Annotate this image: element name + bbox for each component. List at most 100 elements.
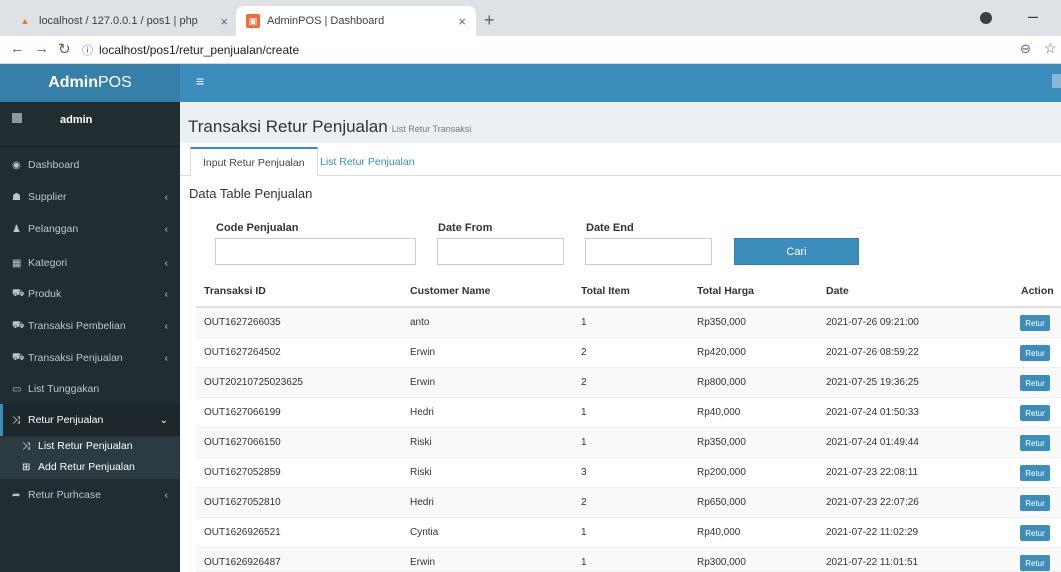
share-icon: ➦: [12, 489, 21, 501]
cart-icon: ⛟: [12, 319, 25, 331]
submenu-label: List Retur Penjualan: [38, 440, 133, 452]
table-row: OUT1627052859 Riski 3 Rp200,000 2021-07-…: [196, 458, 1061, 488]
user-image-icon: [12, 113, 22, 123]
cell-date: 2021-07-22 11:01:51: [826, 557, 919, 568]
retur-button[interactable]: Retur: [1020, 345, 1050, 361]
cell-id: OUT1627066199: [204, 407, 281, 418]
forward-icon[interactable]: →: [34, 40, 49, 57]
retur-button[interactable]: Retur: [1020, 315, 1050, 331]
random-icon: ⤨: [12, 414, 20, 426]
app-logo[interactable]: Admin POS: [0, 64, 180, 102]
cell-date: 2021-07-24 01:49:44: [826, 437, 919, 448]
close-icon[interactable]: ×: [220, 14, 228, 29]
tab-input-retur[interactable]: Input Retur Penjualan: [190, 147, 318, 177]
url-field[interactable]: ⓘ localhost/pos1/retur_penjualan/create: [82, 39, 1042, 61]
dashboard-icon: ◉: [12, 159, 21, 171]
sidebar-item-pelanggan[interactable]: ♟ Pelanggan ‹: [0, 213, 180, 245]
logo-rest: POS: [97, 74, 132, 91]
cell-items: 1: [581, 317, 587, 328]
cell-id: OUT1626926521: [204, 527, 281, 538]
cell-date: 2021-07-24 01:50:33: [826, 407, 919, 418]
sidebar-item-dashboard[interactable]: ◉ Dashboard: [0, 149, 180, 181]
table-row: OUT20210725023625 Erwin 2 Rp800,000 2021…: [196, 368, 1061, 398]
cell-harga: Rp650,000: [697, 497, 746, 508]
tab-title: AdminPOS | Dashboard: [267, 15, 385, 27]
sidebar-item-list-tunggakan[interactable]: ▭ List Tunggakan: [0, 373, 180, 405]
retur-button[interactable]: Retur: [1020, 495, 1050, 511]
retur-button[interactable]: Retur: [1020, 525, 1050, 541]
cell-customer: anto: [410, 317, 430, 328]
date-from-input[interactable]: [437, 238, 564, 265]
browser-tab-phpmyadmin[interactable]: ▲ localhost / 127.0.0.1 / pos1 | php ×: [8, 6, 238, 36]
column-header-total-item: Total Item: [581, 285, 630, 297]
cell-customer: Erwin: [410, 377, 436, 388]
user-icon: ♟: [12, 223, 21, 235]
sidebar-item-retur-purchase[interactable]: ➦ Retur Purhcase ‹: [0, 479, 180, 511]
date-end-input[interactable]: [585, 238, 712, 265]
page-subtitle: List Retur Transaksi: [391, 124, 472, 134]
url-text: localhost/pos1/retur_penjualan/create: [99, 43, 300, 57]
top-navbar: [180, 64, 1061, 102]
back-icon[interactable]: ←: [10, 40, 25, 57]
retur-button[interactable]: Retur: [1020, 555, 1050, 571]
sidebar-item-supplier[interactable]: ☗ Supplier ‹: [0, 181, 180, 213]
date-from-label: Date From: [438, 222, 493, 234]
column-header-date: Date: [826, 285, 849, 297]
tab-list-retur[interactable]: List Retur Penjualan: [308, 147, 427, 177]
retur-button[interactable]: Retur: [1020, 375, 1050, 391]
sidebar-item-label: Pelanggan: [28, 223, 79, 235]
retur-button[interactable]: Retur: [1020, 405, 1050, 421]
cell-id: OUT1627264502: [204, 347, 281, 358]
code-penjualan-input[interactable]: [215, 238, 416, 265]
table-row: OUT1626926487 Erwin 1 Rp300,000 2021-07-…: [196, 548, 1061, 572]
date-end-label: Date End: [586, 222, 634, 234]
cell-customer: Cyntia: [410, 527, 439, 538]
cell-items: 1: [581, 407, 587, 418]
cell-items: 1: [581, 437, 587, 448]
sidebar-item-retur-penjualan[interactable]: ⤨ Retur Penjualan ⌄: [0, 404, 180, 436]
sidebar-item-label: Retur Purhcase: [28, 489, 101, 501]
minimize-icon[interactable]: –: [1028, 6, 1038, 27]
submenu-item-add-retur[interactable]: ⊞ Add Retur Penjualan: [0, 458, 180, 476]
random-icon: ⤨: [22, 440, 30, 452]
bookmark-star-icon[interactable]: ☆: [1044, 40, 1057, 57]
table-row: OUT1627266035 anto 1 Rp350,000 2021-07-2…: [196, 308, 1061, 338]
new-tab-icon[interactable]: +: [484, 10, 495, 31]
search-button[interactable]: Cari: [734, 238, 859, 265]
section-title: Data Table Penjualan: [189, 186, 313, 201]
cell-harga: Rp40,000: [697, 407, 741, 418]
column-header-id: Transaksi ID: [204, 285, 266, 297]
user-avatar-icon[interactable]: [1052, 74, 1061, 88]
cell-harga: Rp350,000: [697, 317, 746, 328]
table-row: OUT1627052810 Hedri 2 Rp650,000 2021-07-…: [196, 488, 1061, 518]
retur-button[interactable]: Retur: [1020, 435, 1050, 451]
cell-customer: Riski: [410, 437, 432, 448]
cell-date: 2021-07-23 22:08:11: [826, 467, 919, 478]
submenu-item-list-retur[interactable]: ⤨ List Retur Penjualan: [0, 437, 180, 455]
cell-items: 2: [581, 347, 587, 358]
logo-bold: Admin: [48, 74, 98, 91]
retur-button[interactable]: Retur: [1020, 465, 1050, 481]
cell-id: OUT1627266035: [204, 317, 281, 328]
cell-id: OUT1626926487: [204, 557, 281, 568]
divider: [0, 146, 180, 147]
close-icon[interactable]: ×: [458, 14, 466, 29]
sidebar-item-produk[interactable]: ⛟ Produk ‹: [0, 278, 180, 310]
record-icon[interactable]: [980, 12, 992, 24]
info-icon[interactable]: ⓘ: [82, 42, 93, 58]
sidebar-item-transaksi-penjualan[interactable]: ⛟ Transaksi Penjualan ‹: [0, 342, 180, 374]
phpmyadmin-icon: ▲: [20, 16, 30, 26]
sidebar-item-kategori[interactable]: ▦ Kategori ‹: [0, 247, 180, 279]
reload-icon[interactable]: ↻: [58, 40, 71, 58]
cell-items: 1: [581, 557, 587, 568]
sidebar-item-label: Supplier: [28, 191, 67, 203]
sidebar-item-transaksi-pembelian[interactable]: ⛟ Transaksi Pembelian ‹: [0, 310, 180, 342]
menu-toggle-icon[interactable]: ≡: [196, 73, 204, 89]
zoom-icon[interactable]: ⊖: [1020, 41, 1031, 57]
cell-id: OUT20210725023625: [204, 377, 303, 388]
table-row: OUT1626926521 Cyntia 1 Rp40,000 2021-07-…: [196, 518, 1061, 548]
users-icon: ☗: [12, 191, 21, 203]
cell-harga: Rp350,000: [697, 437, 746, 448]
sidebar-item-label: Produk: [28, 288, 62, 300]
browser-tab-adminpos[interactable]: ▣ AdminPOS | Dashboard ×: [236, 6, 476, 36]
